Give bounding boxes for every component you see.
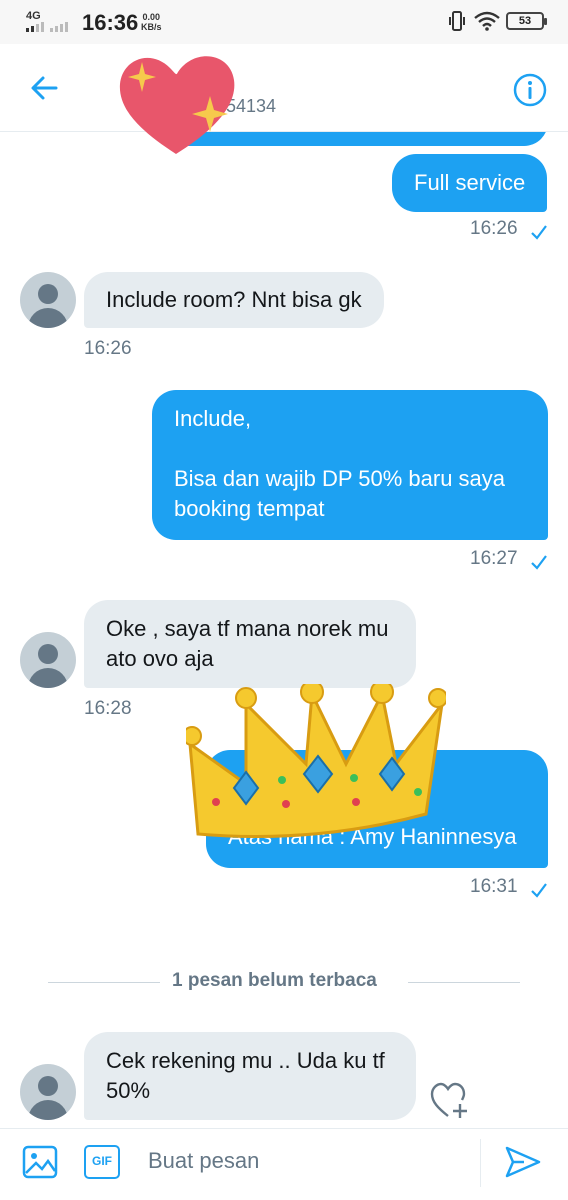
composer-divider (480, 1139, 481, 1187)
message-timestamp: 16:26 (470, 218, 518, 239)
message-timestamp: 16:28 (84, 698, 132, 719)
gif-button[interactable]: GIF (84, 1145, 120, 1179)
image-icon[interactable] (22, 1145, 58, 1179)
message-bubble-incoming[interactable]: Oke , saya tf mana norek mu ato ovo aja (84, 600, 416, 688)
message-timestamp: 16:31 (470, 876, 518, 897)
vibrate-icon (449, 11, 465, 31)
battery-indicator: 53 (506, 12, 547, 30)
clock: 16:36 (82, 10, 139, 35)
message-input[interactable] (148, 1141, 448, 1181)
avatar[interactable] (20, 272, 76, 328)
message-list[interactable]: Full service 16:26 Include room? Nnt bis… (0, 132, 568, 1128)
sent-check-icon (531, 555, 547, 570)
avatar[interactable] (20, 1064, 76, 1120)
heart-sticker-icon (119, 56, 235, 154)
back-arrow-icon[interactable] (26, 70, 62, 106)
status-bar: 4G 16:36 0.00 KB/s 53 (0, 0, 568, 44)
heart-plus-icon[interactable] (430, 1082, 470, 1120)
sent-check-icon (531, 225, 547, 240)
message-bubble-outgoing[interactable]: Full service (392, 154, 548, 212)
unread-divider-line (408, 982, 520, 983)
avatar[interactable] (20, 632, 76, 688)
send-icon[interactable] (504, 1145, 542, 1179)
message-timestamp: 16:26 (84, 338, 132, 359)
info-icon[interactable] (512, 72, 548, 108)
message-timestamp: 16:27 (470, 548, 518, 569)
network-type: 4G (26, 10, 41, 22)
message-bubble-incoming[interactable]: Cek rekening mu .. Uda ku tf 50% (84, 1032, 416, 1120)
message-bubble-incoming[interactable]: Include room? Nnt bisa gk (84, 272, 384, 328)
crown-sticker-icon (186, 684, 446, 838)
message-composer: GIF (0, 1128, 568, 1200)
conversation-header: 54134 (0, 44, 568, 132)
unread-divider-line (48, 982, 160, 983)
sent-check-icon (531, 883, 547, 898)
unread-divider: 1 pesan belum terbaca (172, 970, 377, 991)
signal-icon (26, 22, 68, 32)
wifi-icon (474, 11, 500, 31)
message-bubble-outgoing[interactable]: Include, Bisa dan wajib DP 50% baru saya… (152, 390, 548, 540)
network-speed: 0.00 KB/s (141, 12, 162, 32)
